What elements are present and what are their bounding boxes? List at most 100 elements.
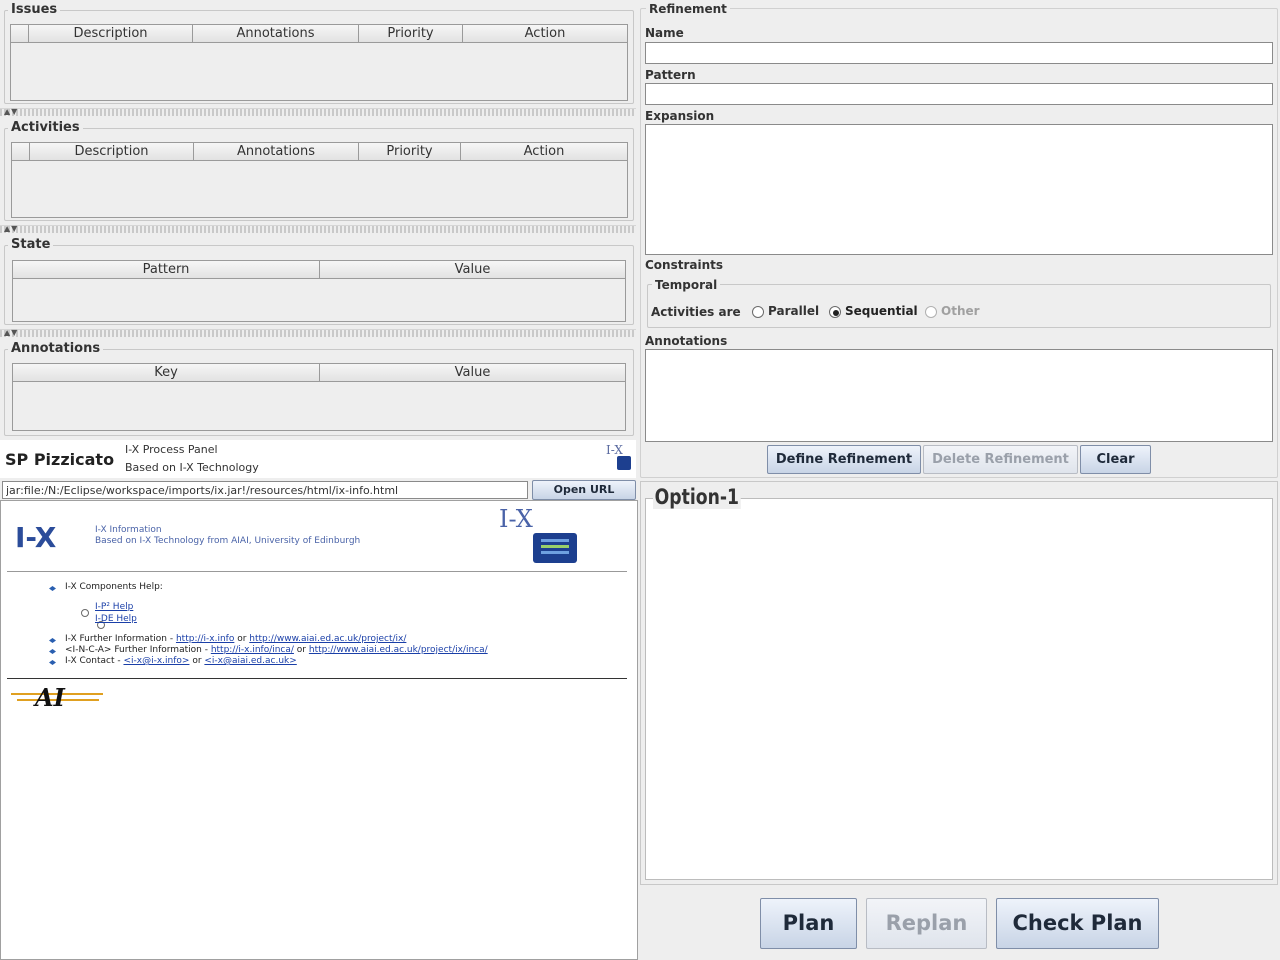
replan-button: Replan <box>866 898 987 949</box>
name-label: Name <box>645 26 684 40</box>
refinement-title: Refinement <box>646 1 730 17</box>
activities-title: Activities <box>8 120 83 136</box>
issues-title: Issues <box>8 2 61 18</box>
inca-info-prefix: <I-N-C-A> Further Information - <box>65 645 211 655</box>
activities-column-description[interactable]: Description <box>30 143 194 160</box>
expansion-textarea[interactable] <box>645 124 1273 255</box>
activities-splitter[interactable]: ▲▼ <box>0 224 636 233</box>
option-panel: Option-1 <box>640 481 1278 885</box>
agent-line-2: Based on I-X Technology <box>125 461 259 474</box>
url-bar: Open URL <box>0 480 638 500</box>
annotations-panel: Annotations Key Value <box>4 341 634 436</box>
other-radio: Other <box>925 304 980 318</box>
issues-column-select[interactable] <box>11 25 29 42</box>
sequential-radio[interactable]: Sequential <box>829 304 918 318</box>
refinement-annotations-label: Annotations <box>645 334 728 348</box>
other-radio-button <box>925 305 937 318</box>
open-url-button[interactable]: Open URL <box>532 480 636 500</box>
pattern-input[interactable] <box>645 83 1273 105</box>
parallel-radio[interactable]: Parallel <box>752 304 819 318</box>
annotations-panel-title: Annotations <box>8 341 104 357</box>
state-column-pattern[interactable]: Pattern <box>13 261 320 278</box>
circle-bullet-icon <box>81 608 89 617</box>
further-info-prefix: I-X Further Information - <box>65 634 176 644</box>
further-info-line: I-X Further Information - http://i-x.inf… <box>65 634 406 644</box>
annotations-table[interactable]: Key Value <box>12 363 626 431</box>
annotations-column-key[interactable]: Key <box>13 364 320 381</box>
ix-logo-small-icon <box>617 456 631 470</box>
ix-logo-large: I-X <box>15 521 57 554</box>
pattern-label: Pattern <box>645 68 696 82</box>
agent-line-1: I-X Process Panel <box>125 443 218 456</box>
activities-column-select[interactable] <box>12 143 30 160</box>
sequential-radio-label: Sequential <box>845 304 918 318</box>
ix-logo-right: I-X <box>499 505 533 533</box>
issues-column-priority[interactable]: Priority <box>359 25 463 42</box>
activities-panel: Activities Description Annotations Prior… <box>4 120 634 221</box>
contact-or: or <box>189 656 205 666</box>
plan-button[interactable]: Plan <box>760 898 857 949</box>
further-info-link-1[interactable]: http://i-x.info <box>176 634 234 644</box>
inca-info-link-2[interactable]: http://www.aiai.ed.ac.uk/project/ix/inca… <box>309 645 488 655</box>
info-divider-bottom <box>7 678 627 679</box>
state-panel: State Pattern Value <box>4 237 634 325</box>
issues-table[interactable]: Description Annotations Priority Action <box>10 24 628 101</box>
name-input[interactable] <box>645 42 1273 64</box>
delete-refinement-button: Delete Refinement <box>923 445 1078 474</box>
agent-name: SP Pizzicato <box>5 450 115 469</box>
parallel-radio-label: Parallel <box>768 304 820 318</box>
further-info-or: or <box>234 634 250 644</box>
issues-column-description[interactable]: Description <box>29 25 193 42</box>
option-title: Option-1 <box>653 485 741 509</box>
contact-link-2[interactable]: <i-x@aiai.ed.ac.uk> <box>204 656 296 666</box>
inca-info-link-1[interactable]: http://i-x.info/inca/ <box>211 645 294 655</box>
activities-column-action[interactable]: Action <box>461 143 627 160</box>
further-info-link-2[interactable]: http://www.aiai.ed.ac.uk/project/ix/ <box>249 634 406 644</box>
issues-column-action[interactable]: Action <box>463 25 627 42</box>
clear-button[interactable]: Clear <box>1080 445 1151 474</box>
inca-info-or: or <box>293 645 309 655</box>
issues-splitter[interactable]: ▲▼ <box>0 107 636 116</box>
issues-panel: Issues Description Annotations Priority … <box>4 2 634 104</box>
expansion-label: Expansion <box>645 109 715 123</box>
aiai-logo: AI <box>11 683 103 713</box>
state-table[interactable]: Pattern Value <box>12 260 626 322</box>
refinement-annotations-textarea[interactable] <box>645 349 1273 442</box>
agent-banner: SP Pizzicato I-X Process Panel Based on … <box>0 440 636 478</box>
inca-info-line: <I-N-C-A> Further Information - http://i… <box>65 645 488 655</box>
parallel-radio-button[interactable] <box>752 305 764 318</box>
aiai-logo-text: AI <box>35 683 65 712</box>
temporal-group: Temporal Activities are Parallel Sequent… <box>647 277 1271 328</box>
components-help-label: I-X Components Help: <box>65 582 163 592</box>
ip2-help-link[interactable]: I-P² Help <box>95 602 133 612</box>
ide-help-link[interactable]: I-DE Help <box>95 614 137 624</box>
bullet-icon <box>49 638 56 643</box>
option-panel-border <box>645 498 1273 880</box>
ix-logo-right-icon <box>533 533 577 563</box>
info-heading: I-X Information <box>95 525 162 535</box>
define-refinement-button[interactable]: Define Refinement <box>767 445 921 474</box>
bullet-icon <box>49 660 56 665</box>
annotations-column-value[interactable]: Value <box>320 364 625 381</box>
ix-logo-small: I-X <box>606 443 623 457</box>
info-html-view: I-X I-X Information Based on I-X Technol… <box>0 500 638 960</box>
state-splitter[interactable]: ▲▼ <box>0 328 636 337</box>
state-title: State <box>8 237 54 253</box>
url-input[interactable] <box>2 481 528 499</box>
issues-column-annotations[interactable]: Annotations <box>193 25 359 42</box>
info-subheading: Based on I-X Technology from AIAI, Unive… <box>95 536 361 546</box>
activities-column-priority[interactable]: Priority <box>359 143 461 160</box>
state-column-value[interactable]: Value <box>320 261 625 278</box>
contact-line: I-X Contact - <i-x@i-x.info> or <i-x@aia… <box>65 656 297 666</box>
activities-table[interactable]: Description Annotations Priority Action <box>11 142 628 218</box>
check-plan-button[interactable]: Check Plan <box>996 898 1159 949</box>
activities-column-annotations[interactable]: Annotations <box>194 143 359 160</box>
sequential-radio-button[interactable] <box>829 305 841 318</box>
other-radio-label: Other <box>941 304 980 318</box>
contact-link-1[interactable]: <i-x@i-x.info> <box>123 656 189 666</box>
activities-are-label: Activities are <box>651 305 741 319</box>
info-divider-top <box>7 571 627 572</box>
bullet-icon <box>49 649 56 654</box>
bullet-icon <box>49 586 56 591</box>
temporal-title: Temporal <box>652 277 721 293</box>
